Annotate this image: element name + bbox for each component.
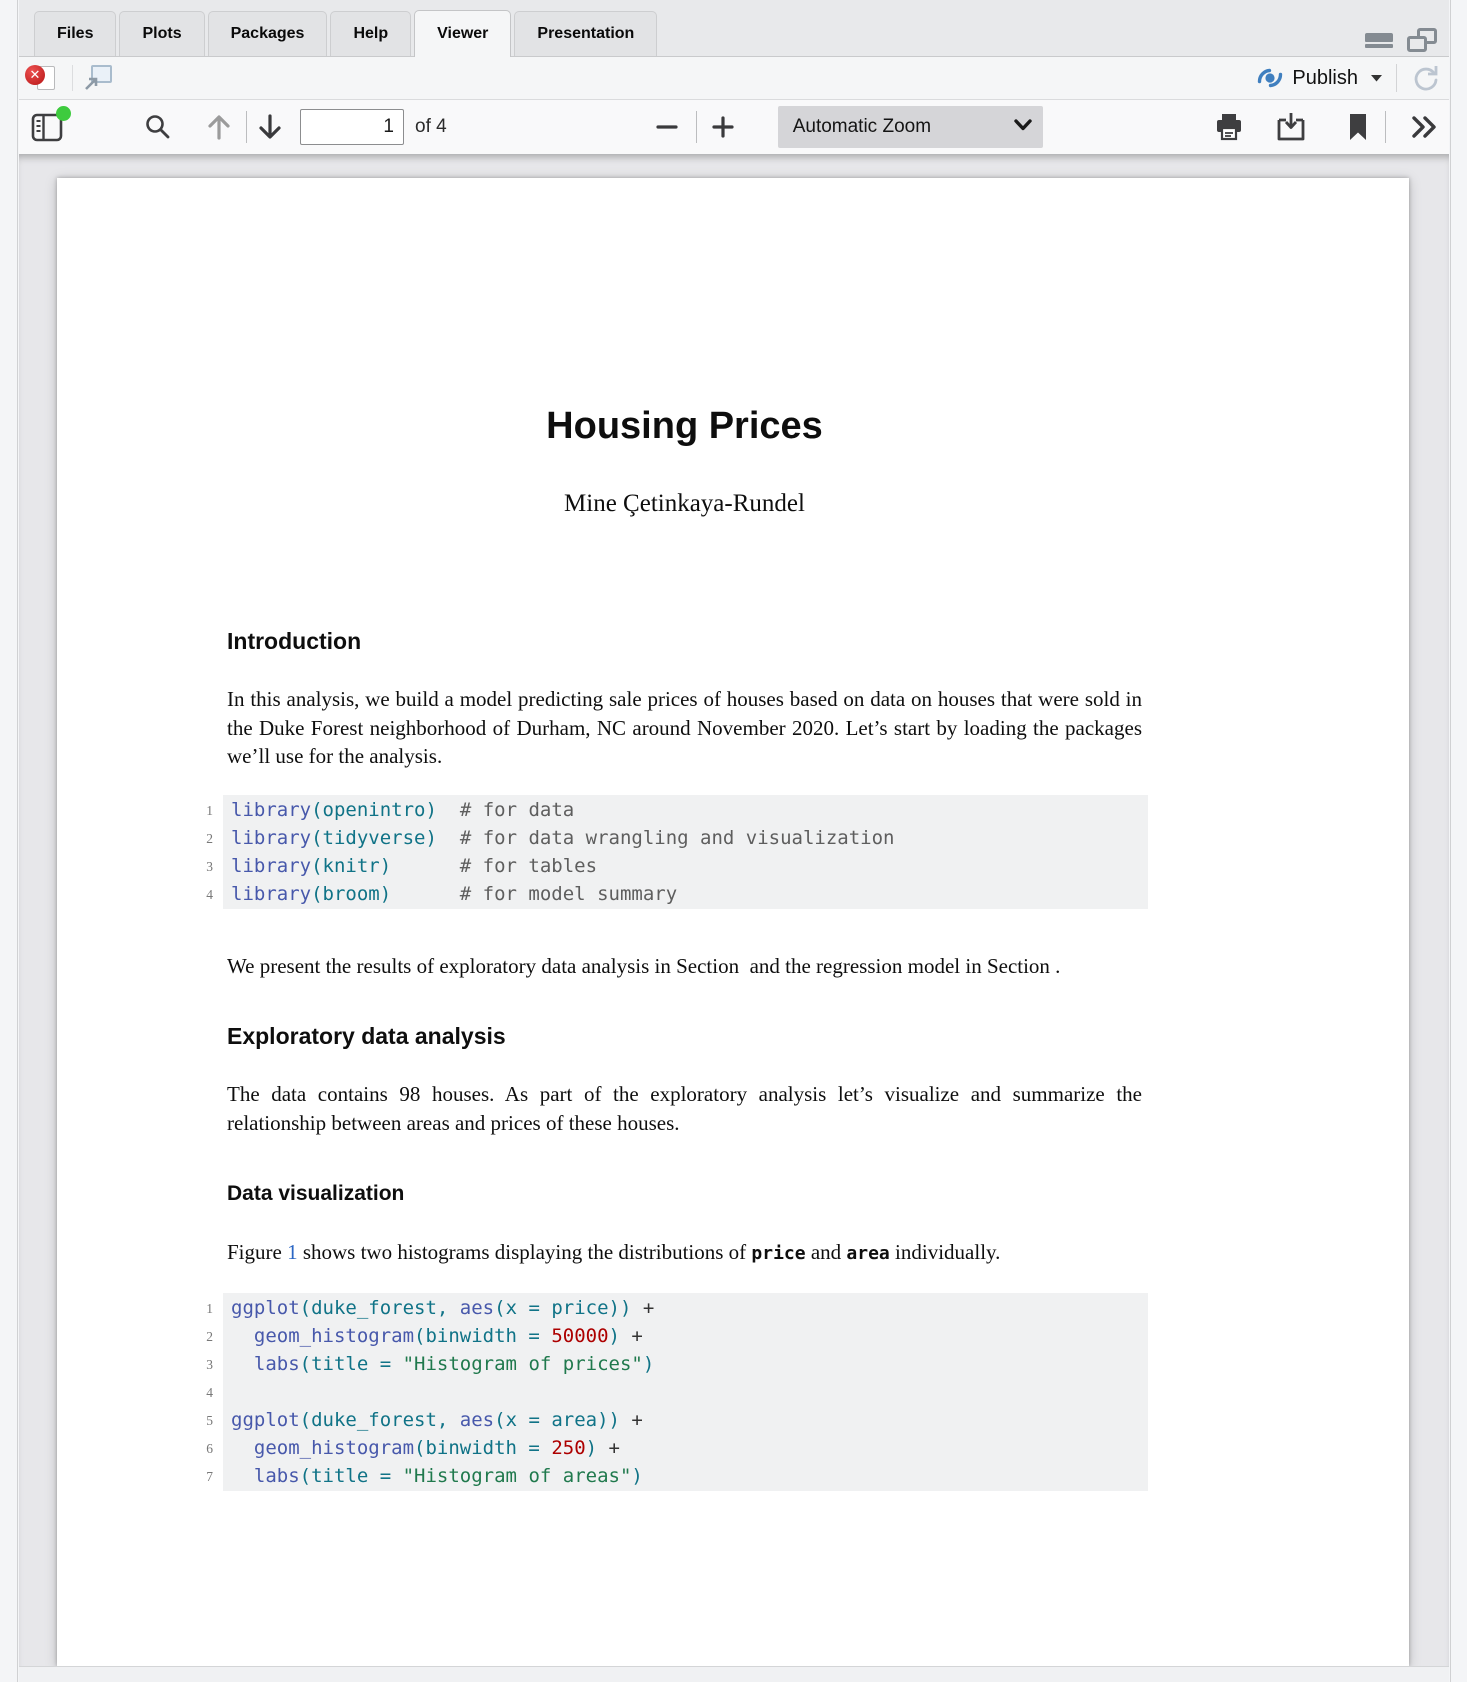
zoom-level-dropdown[interactable]: Automatic Zoom	[778, 106, 1043, 148]
open-new-window-icon[interactable]	[84, 65, 112, 91]
search-icon[interactable]	[143, 112, 173, 142]
more-tools-icon[interactable]	[1408, 113, 1440, 141]
toolbar-separator	[1396, 64, 1397, 92]
toolbar-separator	[246, 111, 247, 143]
page-number-input[interactable]	[300, 109, 404, 145]
code-line: labs(title = "Histogram of areas")	[231, 1462, 1148, 1490]
tab-bar-tabs: FilesPlotsPackagesHelpViewerPresentation	[34, 10, 660, 56]
publish-icon	[1256, 64, 1284, 92]
figure-link[interactable]: 1	[287, 1240, 298, 1264]
tab-viewer[interactable]: Viewer	[414, 10, 511, 57]
tab-presentation[interactable]: Presentation	[514, 11, 657, 56]
viewer-scrollbar-track[interactable]	[1450, 0, 1467, 1682]
status-badge	[56, 106, 71, 121]
publish-button[interactable]: Publish	[1292, 67, 1358, 90]
line-number: 2	[187, 1322, 213, 1350]
toolbar-separator	[72, 65, 73, 91]
tab-files[interactable]: Files	[34, 11, 116, 56]
code-line: labs(title = "Histogram of prices")	[231, 1350, 1148, 1378]
pdf-viewer-content[interactable]: Housing Prices Mine Çetinkaya-Rundel Int…	[19, 155, 1449, 1682]
text-segment: We present the results of exploratory da…	[227, 954, 1060, 978]
text-segment: price	[751, 1243, 805, 1264]
print-icon[interactable]	[1213, 111, 1245, 143]
code-line: library(tidyverse) # for data wrangling …	[231, 824, 1148, 852]
tab-packages[interactable]: Packages	[208, 11, 328, 56]
zoom-in-icon[interactable]	[711, 115, 735, 139]
text-segment: shows two histograms displaying the dist…	[298, 1240, 752, 1264]
paragraph: In this analysis, we build a model predi…	[227, 685, 1142, 771]
code-lines: library(openintro) # for datalibrary(tid…	[223, 795, 1148, 909]
clear-viewer-icon[interactable]: ✕	[25, 63, 61, 93]
page-count-label: of 4	[415, 116, 447, 138]
paragraph: We present the results of exploratory da…	[227, 952, 1142, 981]
zoom-level-label: Automatic Zoom	[793, 116, 931, 138]
line-number: 6	[187, 1434, 213, 1462]
line-number: 4	[187, 1378, 213, 1406]
text-segment: Figure	[227, 1240, 287, 1264]
page-up-icon[interactable]	[205, 111, 233, 143]
document-body: Introduction In this analysis, we build a…	[227, 628, 1142, 1491]
line-number: 1	[187, 1294, 213, 1322]
code-line: library(knitr) # for tables	[231, 852, 1148, 880]
reload-icon[interactable]	[1410, 63, 1440, 93]
paragraph: The data contains 98 houses. As part of …	[227, 1080, 1142, 1137]
text-segment: individually.	[890, 1240, 1001, 1264]
publish-group: Publish	[1256, 63, 1440, 93]
viewer-pane: FilesPlotsPackagesHelpViewerPresentation…	[19, 0, 1449, 1682]
code-line: geom_histogram(binwidth = 50000) +	[231, 1322, 1148, 1350]
line-number: 3	[187, 1350, 213, 1378]
code-line: ggplot(duke_forest, aes(x = price)) +	[231, 1294, 1148, 1322]
zoom-caret-icon	[1014, 118, 1032, 132]
publish-caret-icon[interactable]	[1370, 74, 1383, 83]
line-number: 3	[187, 852, 213, 880]
document-title: Housing Prices	[227, 405, 1142, 448]
line-number: 5	[187, 1406, 213, 1434]
line-number-gutter: 1234567	[187, 1293, 223, 1491]
page-down-icon[interactable]	[256, 111, 284, 143]
code-line: geom_histogram(binwidth = 250) +	[231, 1434, 1148, 1462]
bookmark-icon[interactable]	[1345, 112, 1371, 142]
section-heading: Introduction	[227, 628, 1142, 655]
pdf-page: Housing Prices Mine Çetinkaya-Rundel Int…	[57, 178, 1409, 1666]
maximize-pane-icon[interactable]	[1407, 28, 1437, 52]
text-segment: In this analysis, we build a model predi…	[227, 687, 1142, 768]
text-segment: area	[846, 1243, 889, 1264]
window-gutter-left	[0, 0, 18, 1682]
pdf-toolbar: of 4 Automatic Zoom	[19, 100, 1449, 155]
code-block: 1234567ggplot(duke_forest, aes(x = price…	[187, 1293, 1148, 1491]
section-heading: Data visualization	[227, 1182, 1142, 1206]
line-number: 1	[187, 796, 213, 824]
section-heading: Exploratory data analysis	[227, 1023, 1142, 1050]
download-icon[interactable]	[1275, 111, 1307, 143]
code-line: library(broom) # for model summary	[231, 880, 1148, 908]
line-number: 7	[187, 1462, 213, 1490]
document-author: Mine Çetinkaya-Rundel	[227, 490, 1142, 518]
line-number: 4	[187, 880, 213, 908]
code-line: library(openintro) # for data	[231, 796, 1148, 824]
text-segment: and	[806, 1240, 847, 1264]
sidebar-toggle-icon[interactable]	[30, 111, 64, 143]
tab-help[interactable]: Help	[330, 11, 411, 56]
code-line	[231, 1378, 1148, 1406]
code-line: ggplot(duke_forest, aes(x = area)) +	[231, 1406, 1148, 1434]
viewer-bottom-edge	[19, 1666, 1449, 1682]
document: Housing Prices Mine Çetinkaya-Rundel Int…	[227, 178, 1142, 1491]
zoom-out-icon[interactable]	[655, 115, 679, 139]
tab-plots[interactable]: Plots	[119, 11, 204, 56]
toolbar-separator	[696, 111, 697, 143]
text-segment: The data contains 98 houses. As part of …	[227, 1082, 1142, 1135]
tab-bar: FilesPlotsPackagesHelpViewerPresentation	[19, 0, 1449, 57]
line-number: 2	[187, 824, 213, 852]
pane-buttons	[1365, 28, 1437, 52]
viewer-toolbar: ✕ Publish	[19, 57, 1449, 100]
code-block: 1234library(openintro) # for datalibrary…	[187, 795, 1148, 909]
paragraph: Figure 1 shows two histograms displaying…	[227, 1238, 1142, 1269]
toolbar-separator	[1385, 111, 1386, 143]
line-number-gutter: 1234	[187, 795, 223, 909]
minimize-pane-icon[interactable]	[1365, 33, 1393, 48]
code-lines: ggplot(duke_forest, aes(x = price)) + ge…	[223, 1293, 1148, 1491]
